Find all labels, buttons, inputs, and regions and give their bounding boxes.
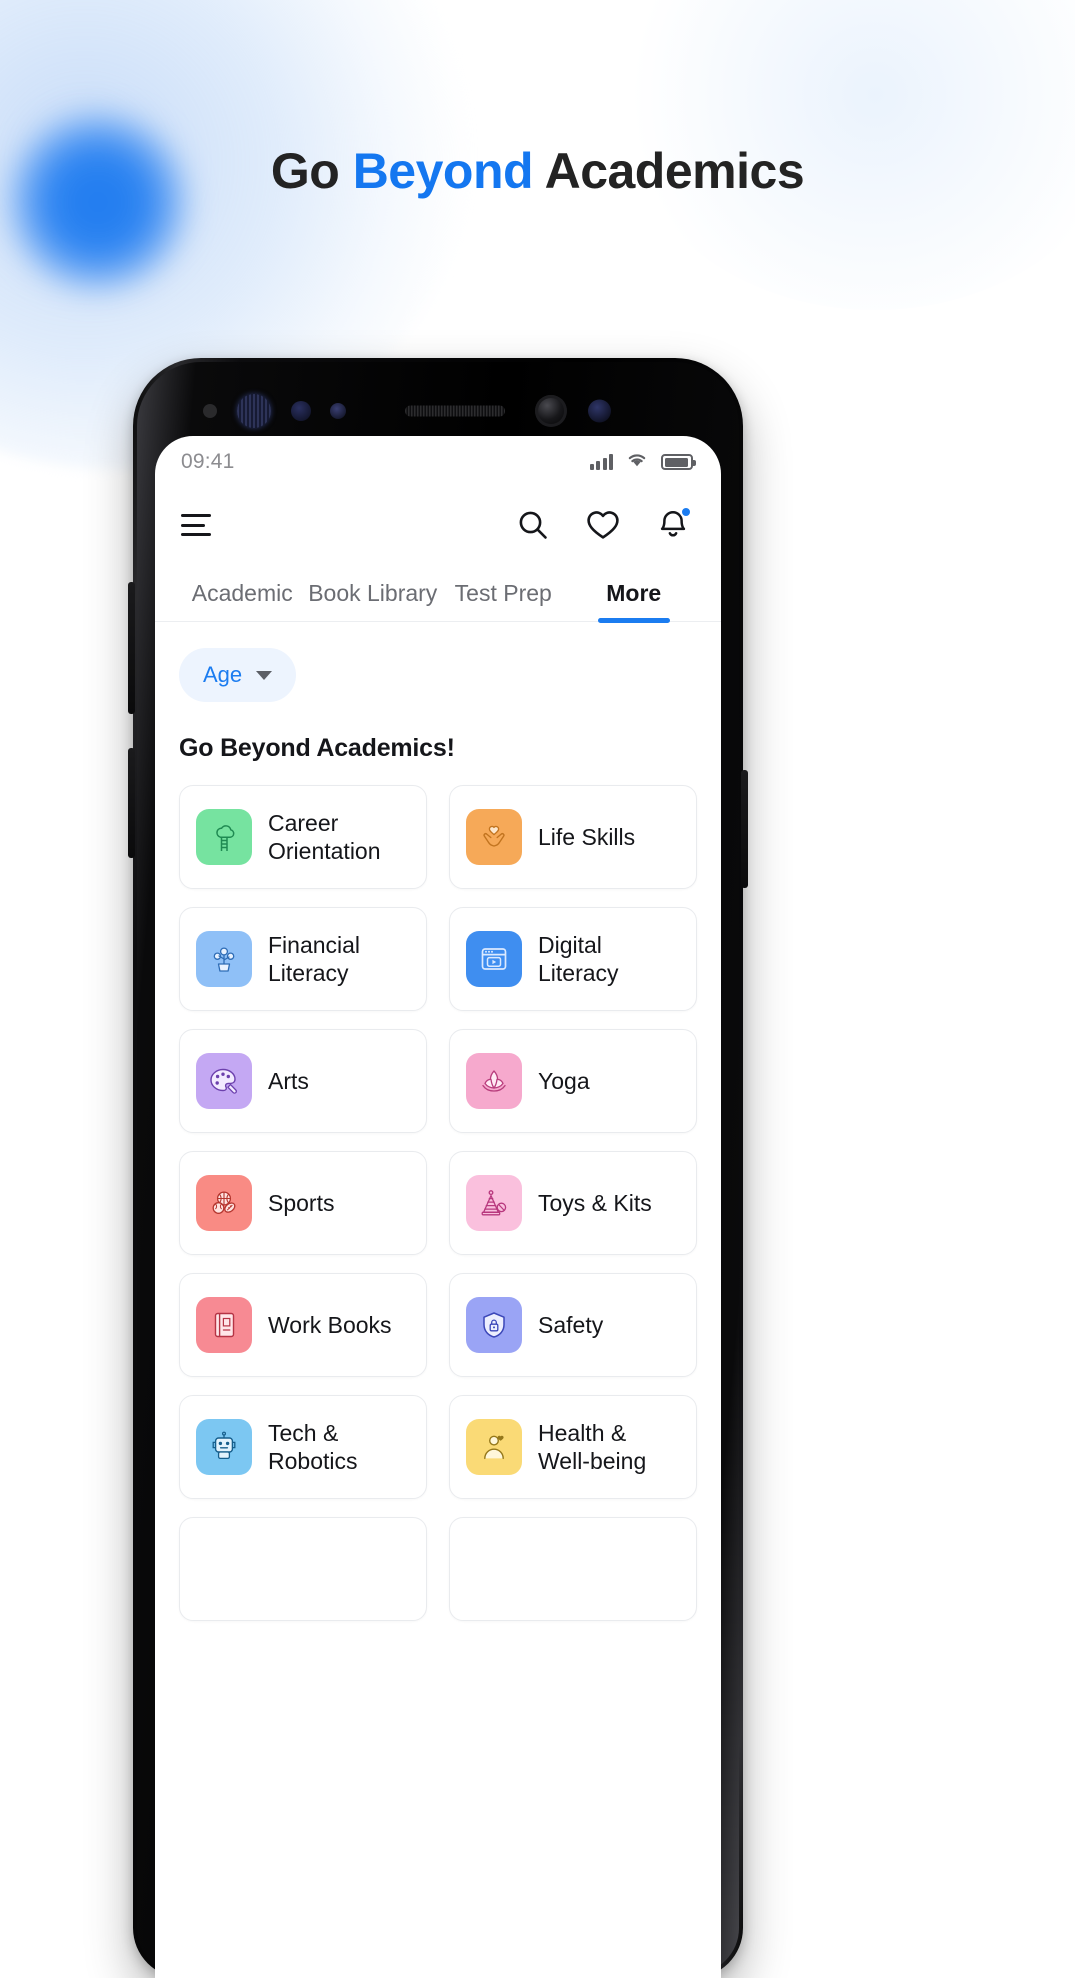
search-icon[interactable]: [515, 507, 551, 543]
status-bar-icons: [589, 451, 696, 473]
age-filter-chip[interactable]: Age: [179, 648, 297, 702]
phone-power-button[interactable]: [741, 770, 748, 888]
filter-row: Age: [179, 622, 697, 702]
category-card-health-and-wellbeing[interactable]: Health & Well-being: [449, 1395, 697, 1499]
page-title-part2: Academics: [533, 143, 805, 199]
cellular-signal-icon: [589, 454, 613, 470]
main-content: Age Go Beyond Academics! Career Orientat…: [155, 622, 721, 1621]
phone-volume-up-button[interactable]: [128, 582, 135, 714]
sports-balls-icon: [196, 1175, 252, 1231]
category-card-arts[interactable]: Arts: [179, 1029, 427, 1133]
category-label: Toys & Kits: [538, 1189, 652, 1216]
robot-icon: [196, 1419, 252, 1475]
tab-test-prep[interactable]: Test Prep: [438, 580, 569, 621]
category-card-sports[interactable]: Sports: [179, 1151, 427, 1255]
category-label: Health & Well-being: [538, 1419, 647, 1474]
paint-palette-icon: [196, 1053, 252, 1109]
secondary-sensor-icon: [588, 399, 611, 423]
category-card-toys-and-kits[interactable]: Toys & Kits: [449, 1151, 697, 1255]
tree-ladder-icon: [196, 809, 252, 865]
hands-heart-icon: [466, 809, 522, 865]
category-label: Yoga: [538, 1067, 590, 1094]
ir-sensor-icon: [330, 403, 346, 419]
phone-volume-down-button[interactable]: [128, 748, 135, 858]
category-label: Arts: [268, 1067, 309, 1094]
page-title: Go Beyond Academics: [0, 142, 1075, 200]
phone-mockup: 09:41 Academic Book Library Test Prep Mo…: [128, 358, 748, 1978]
money-plant-icon: [196, 931, 252, 987]
chevron-down-icon: [256, 670, 273, 680]
category-grid: Career Orientation Life Skills Financial…: [179, 785, 697, 1621]
category-card-tech-and-robotics[interactable]: Tech & Robotics: [179, 1395, 427, 1499]
category-card-safety[interactable]: Safety: [449, 1273, 697, 1377]
nav-actions: [515, 506, 692, 543]
phone-screen: 09:41 Academic Book Library Test Prep Mo…: [155, 436, 721, 1978]
person-wellness-icon: [466, 1419, 522, 1475]
page-title-part1: Go: [270, 143, 353, 199]
category-label: Financial Literacy: [268, 931, 361, 986]
category-card-financial-literacy[interactable]: Financial Literacy: [179, 907, 427, 1011]
category-label: Work Books: [268, 1311, 392, 1338]
category-card-life-skills[interactable]: Life Skills: [449, 785, 697, 889]
browser-play-icon: [466, 931, 522, 987]
tab-academic[interactable]: Academic: [177, 580, 308, 621]
notification-badge: [680, 506, 692, 518]
phone-sensor-array: [133, 394, 743, 428]
hamburger-menu-icon[interactable]: [181, 514, 213, 536]
bell-icon[interactable]: [655, 506, 692, 543]
category-card-work-books[interactable]: Work Books: [179, 1273, 427, 1377]
category-card-partial[interactable]: [179, 1517, 427, 1621]
section-heading: Go Beyond Academics!: [179, 734, 455, 762]
category-card-digital-literacy[interactable]: Digital Literacy: [449, 907, 697, 1011]
status-bar: 09:41: [155, 436, 721, 488]
earpiece-speaker-icon: [405, 405, 505, 417]
lotus-flower-icon: [466, 1053, 522, 1109]
iris-scanner-icon: [237, 394, 271, 428]
stacking-rings-icon: [466, 1175, 522, 1231]
tab-bar: Academic Book Library Test Prep More: [155, 562, 721, 622]
category-label: Digital Literacy: [538, 931, 619, 986]
ambient-light-sensor-icon: [291, 401, 311, 421]
category-label: Life Skills: [538, 823, 636, 850]
page-title-accent: Beyond: [352, 143, 534, 199]
category-label: Sports: [268, 1189, 335, 1216]
category-card-partial[interactable]: [449, 1517, 697, 1621]
category-label: Career Orientation: [268, 809, 381, 864]
background-blob-accent: [8, 112, 188, 292]
app-nav-bar: [155, 488, 721, 562]
category-card-yoga[interactable]: Yoga: [449, 1029, 697, 1133]
category-label: Safety: [538, 1311, 604, 1338]
heart-icon[interactable]: [585, 507, 621, 543]
age-filter-label: Age: [203, 662, 243, 687]
battery-icon: [661, 454, 696, 470]
workbook-icon: [196, 1297, 252, 1353]
tab-book-library[interactable]: Book Library: [308, 580, 439, 621]
category-card-career-orientation[interactable]: Career Orientation: [179, 785, 427, 889]
status-bar-time: 09:41: [181, 450, 235, 473]
tab-more[interactable]: More: [569, 580, 700, 621]
front-camera-icon: [535, 395, 567, 427]
proximity-sensor-icon: [203, 404, 217, 418]
wifi-icon: [626, 451, 648, 473]
shield-lock-icon: [466, 1297, 522, 1353]
category-label: Tech & Robotics: [268, 1419, 358, 1474]
